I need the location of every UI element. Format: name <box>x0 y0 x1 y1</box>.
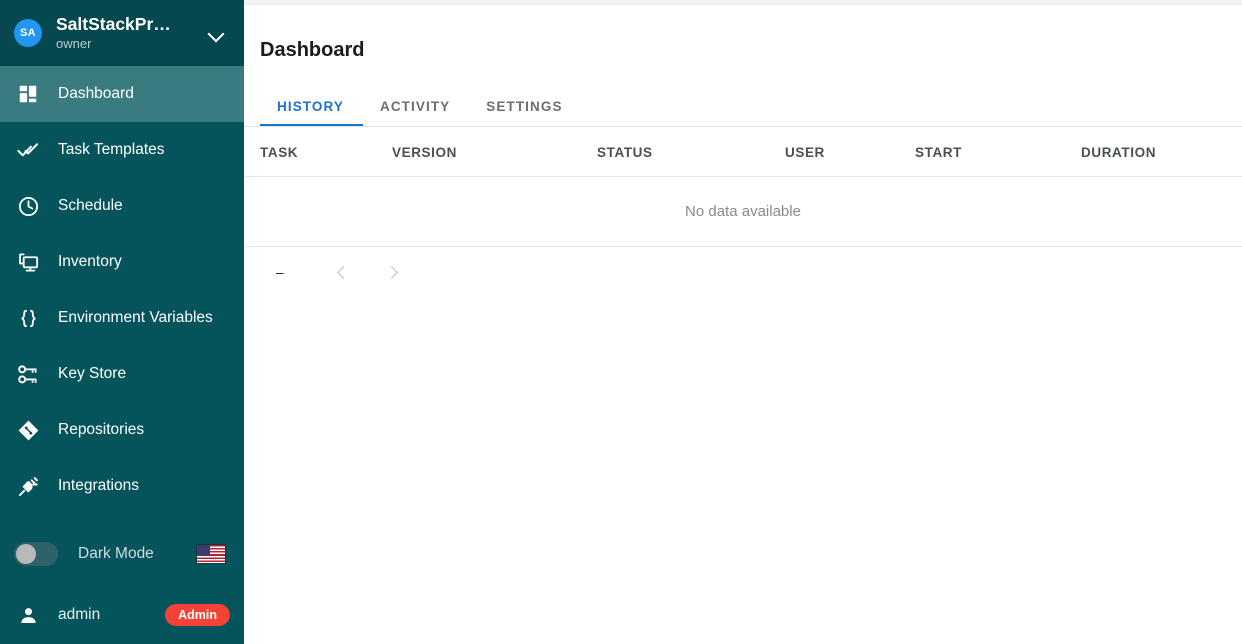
main-content: Dashboard HISTORY ACTIVITY SETTINGS TASK… <box>244 0 1242 644</box>
sidebar-item-label: Repositories <box>58 421 145 438</box>
sidebar-item-dashboard[interactable]: Dashboard <box>0 66 244 122</box>
chevron-left-icon <box>336 266 350 279</box>
tab-history[interactable]: HISTORY <box>260 80 363 127</box>
sidebar-item-label: Environment Variables <box>58 309 213 326</box>
sidebar-nav: Dashboard Task Templates Schedule Invent… <box>0 66 244 514</box>
page-title: Dashboard <box>260 39 365 62</box>
sidebar-item-task-templates[interactable]: Task Templates <box>0 122 244 178</box>
current-user-row[interactable]: admin Admin <box>0 586 244 644</box>
sidebar-item-label: Key Store <box>58 365 127 382</box>
sidebar: SA SaltStackPr… owner Dashboard Task Tem… <box>0 0 244 644</box>
dark-mode-label: Dark Mode <box>78 545 154 562</box>
git-repository-icon <box>14 416 42 444</box>
column-header-task[interactable]: TASK <box>244 127 392 178</box>
sidebar-item-label: Schedule <box>58 197 123 214</box>
sidebar-item-label: Inventory <box>58 253 122 270</box>
account-text: SaltStackPr… owner <box>56 14 206 52</box>
sidebar-item-repositories[interactable]: Repositories <box>0 402 244 458</box>
current-user-name: admin <box>58 606 101 623</box>
chevron-down-icon[interactable] <box>206 23 226 43</box>
chevron-right-icon <box>384 266 398 279</box>
sidebar-item-label: Dashboard <box>58 85 134 102</box>
table-empty-row: No data available <box>244 176 1242 248</box>
column-header-status[interactable]: STATUS <box>597 127 785 178</box>
tab-bar: HISTORY ACTIVITY SETTINGS <box>244 80 1242 128</box>
app-root: SA SaltStackPr… owner Dashboard Task Tem… <box>0 0 1242 644</box>
sidebar-item-inventory[interactable]: Inventory <box>0 234 244 290</box>
sidebar-item-key-store[interactable]: Key Store <box>0 346 244 402</box>
toggle-knob <box>16 544 36 564</box>
empty-state-message: No data available <box>244 176 1242 248</box>
double-check-icon <box>14 136 42 164</box>
sidebar-scroll-area: SA SaltStackPr… owner Dashboard Task Tem… <box>0 0 244 522</box>
column-header-start[interactable]: START <box>915 127 1081 178</box>
plug-icon <box>14 472 42 500</box>
us-flag-icon[interactable] <box>196 544 226 564</box>
pagination-count: – <box>276 264 284 280</box>
avatar: SA <box>14 19 42 47</box>
dashboard-grid-icon <box>14 80 42 108</box>
keys-icon <box>14 360 42 388</box>
account-name: SaltStackPr… <box>56 14 171 34</box>
monitor-icon <box>14 248 42 276</box>
table-head: TASK VERSION STATUS USER START DURATION <box>244 127 1242 178</box>
person-icon <box>14 601 42 629</box>
column-header-version[interactable]: VERSION <box>392 127 597 178</box>
pagination: – <box>244 247 1242 297</box>
sidebar-item-environment-variables[interactable]: Environment Variables <box>0 290 244 346</box>
top-strip <box>244 0 1242 5</box>
status-badge: Admin <box>165 604 230 626</box>
tab-activity[interactable]: ACTIVITY <box>363 80 469 126</box>
sidebar-item-label: Integrations <box>58 477 139 494</box>
table-body: No data available <box>244 176 1242 248</box>
table-header-row: TASK VERSION STATUS USER START DURATION <box>244 127 1242 178</box>
dark-mode-toggle[interactable] <box>14 542 58 566</box>
column-header-user[interactable]: USER <box>785 127 915 178</box>
dark-mode-row: Dark Mode <box>0 522 244 586</box>
account-role: owner <box>56 36 92 51</box>
column-header-duration[interactable]: DURATION <box>1081 127 1242 178</box>
sidebar-footer: Dark Mode admin Admin <box>0 522 244 644</box>
pagination-next-button[interactable] <box>371 252 411 292</box>
clock-icon <box>14 192 42 220</box>
sidebar-item-schedule[interactable]: Schedule <box>0 178 244 234</box>
sidebar-item-label: Task Templates <box>58 141 165 158</box>
account-switcher[interactable]: SA SaltStackPr… owner <box>0 0 244 66</box>
tab-settings[interactable]: SETTINGS <box>469 80 581 126</box>
curly-braces-icon <box>14 304 42 332</box>
pagination-prev-button[interactable] <box>323 252 363 292</box>
sidebar-item-integrations[interactable]: Integrations <box>0 458 244 514</box>
history-table: TASK VERSION STATUS USER START DURATION … <box>244 127 1242 248</box>
